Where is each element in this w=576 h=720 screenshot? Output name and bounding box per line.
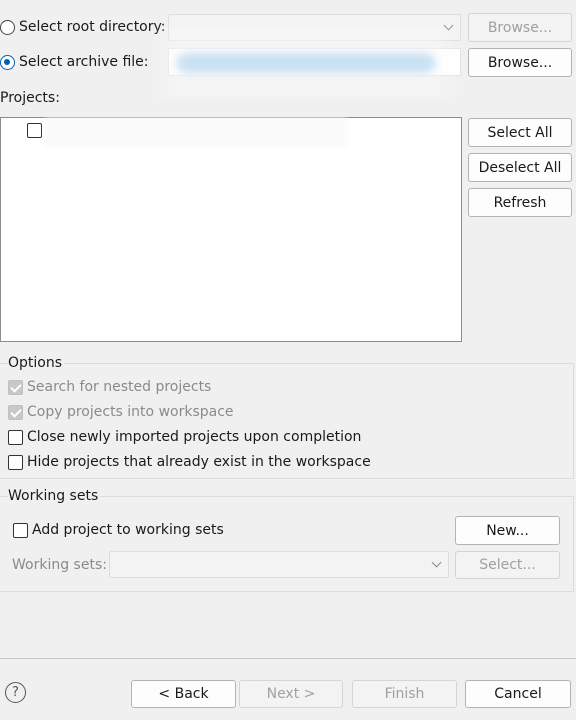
select-all-button[interactable]: Select All (468, 118, 572, 147)
copy-projects-checkbox[interactable] (8, 405, 23, 420)
search-nested-checkbox[interactable] (8, 380, 23, 395)
copy-projects-label[interactable]: Copy projects into workspace (27, 403, 234, 421)
archive-file-label[interactable]: Select archive file: (19, 53, 149, 71)
projects-label: Projects: (0, 90, 60, 106)
archive-file-radio[interactable] (0, 55, 15, 70)
help-icon[interactable]: ? (5, 682, 26, 703)
finish-button[interactable]: Finish (352, 680, 457, 708)
hide-existing-checkbox[interactable] (8, 455, 23, 470)
add-to-working-sets-label[interactable]: Add project to working sets (32, 521, 224, 539)
working-sets-combo[interactable] (109, 551, 449, 578)
working-sets-label: Working sets: (12, 557, 107, 573)
options-title: Options (8, 354, 65, 372)
project-checkbox[interactable] (27, 123, 42, 138)
deselect-all-button[interactable]: Deselect All (468, 153, 572, 182)
projects-list[interactable] (0, 117, 462, 342)
refresh-button[interactable]: Refresh (468, 188, 572, 217)
blurred-project-name (45, 118, 347, 148)
footer-separator (0, 658, 576, 659)
help-glyph: ? (12, 685, 19, 700)
add-to-working-sets-checkbox[interactable] (13, 523, 28, 538)
redaction-overlay (150, 28, 462, 98)
working-sets-title: Working sets (8, 487, 101, 505)
cancel-button[interactable]: Cancel (465, 680, 571, 708)
back-button[interactable]: < Back (131, 680, 236, 708)
search-nested-label[interactable]: Search for nested projects (27, 378, 211, 396)
next-button[interactable]: Next > (239, 680, 343, 708)
select-working-sets-button[interactable]: Select... (455, 551, 560, 579)
root-directory-label[interactable]: Select root directory: (19, 18, 166, 36)
new-working-set-button[interactable]: New... (455, 516, 560, 545)
close-imported-label[interactable]: Close newly imported projects upon compl… (27, 428, 361, 446)
root-browse-button[interactable]: Browse... (468, 13, 572, 42)
archive-browse-button[interactable]: Browse... (468, 48, 572, 77)
hide-existing-label[interactable]: Hide projects that already exist in the … (27, 453, 371, 471)
chevron-down-icon (431, 557, 442, 568)
close-imported-checkbox[interactable] (8, 430, 23, 445)
root-directory-radio[interactable] (0, 20, 15, 35)
